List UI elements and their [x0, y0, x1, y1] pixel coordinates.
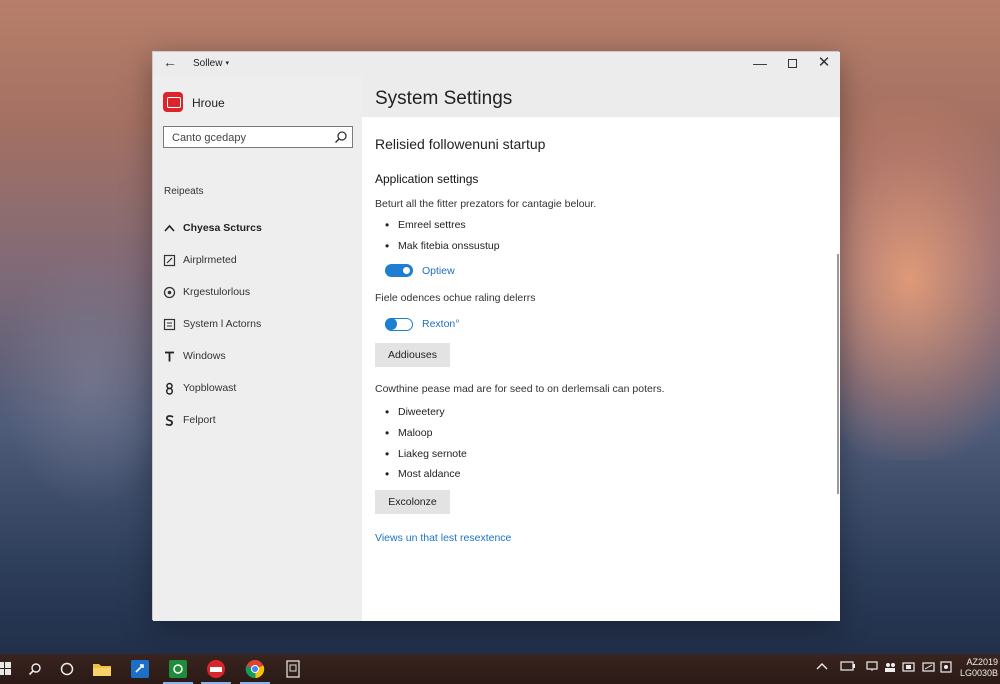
taskbar-app-device[interactable] [274, 654, 312, 684]
sidebar-item-1[interactable]: Airplrmeted [163, 252, 353, 272]
list-box-icon [163, 318, 176, 331]
tray-chevron-up-icon[interactable] [816, 661, 828, 677]
blue-app-icon [131, 660, 149, 678]
addiouses-button[interactable]: Addiouses [375, 343, 450, 367]
edit-box-icon [163, 254, 176, 267]
text-t-icon [165, 351, 174, 362]
clock-time: AZ2019 [966, 657, 998, 667]
window-title-dropdown[interactable]: Sollew ▾ [193, 58, 229, 69]
main-header: System Settings [362, 76, 840, 117]
search-icon [28, 663, 41, 676]
green-app-icon [169, 660, 187, 678]
maximize-icon [787, 59, 797, 68]
device-icon [286, 660, 300, 678]
taskbar-app-blue[interactable] [122, 654, 160, 684]
content-scrollbar[interactable] [837, 254, 839, 494]
network-icon[interactable] [866, 661, 878, 677]
description-paragraph-1: Beturt all the fitter prezators for cant… [375, 198, 597, 210]
battery-icon[interactable] [840, 661, 856, 677]
cortana-circle-icon [60, 662, 74, 676]
page-title: System Settings [375, 88, 513, 109]
folder-icon [93, 664, 111, 676]
window-title: Sollew [193, 58, 223, 69]
figure-8-icon [165, 382, 174, 395]
close-button[interactable]: ✕ [809, 53, 839, 75]
optiew-toggle[interactable] [385, 264, 413, 277]
sidebar-item-4[interactable]: Windows [163, 348, 353, 368]
sidebar-item-2[interactable]: Krgestulorlous [163, 284, 353, 304]
sidebar-item-6[interactable]: Felport [163, 412, 353, 432]
sidebar-item-label: Windows [183, 350, 226, 362]
app-logo-icon [163, 92, 183, 112]
sidebar-item-label: Krgestulorlous [183, 286, 251, 298]
resextence-link[interactable]: Views un that lest resextence [375, 532, 511, 544]
list-item: Most aldance [385, 467, 461, 481]
app-name: Hroue [192, 96, 225, 110]
sidebar: Hroue Canto gcedapy Reipeats Chyesa Sctu… [153, 76, 362, 621]
list-item: Diweetery [385, 405, 445, 419]
optiew-toggle-label: Optiew [422, 265, 455, 277]
back-button[interactable]: ← [163, 54, 177, 70]
search-input[interactable]: Canto gcedapy [163, 126, 353, 148]
title-bar: ← Sollew ▾ — ✕ [153, 52, 840, 76]
sidebar-item-label: Airplrmeted [183, 254, 237, 266]
sidebar-section-label: Reipeats [164, 186, 204, 197]
maximize-button[interactable] [777, 53, 807, 75]
windows-logo-icon [0, 662, 11, 675]
taskbar-app-red[interactable] [197, 654, 235, 684]
caret-down-icon: ▾ [225, 60, 229, 67]
chrome-icon [245, 660, 265, 679]
excolonze-button[interactable]: Excolonze [375, 490, 450, 514]
taskbar-chrome[interactable] [236, 654, 274, 684]
speaker-icon[interactable] [902, 661, 916, 677]
search-input-value: Canto gcedapy [172, 132, 246, 144]
rexton-toggle-label: Rexton° [422, 318, 460, 330]
action-center-icon[interactable] [940, 661, 952, 677]
red-app-icon [207, 660, 225, 678]
s-shape-icon [165, 415, 174, 426]
sidebar-item-label: Chyesa Scturcs [183, 222, 262, 234]
list-item: Emreel settres [385, 218, 466, 232]
clock-date: LG0030B [959, 668, 998, 678]
sidebar-item-3[interactable]: System l Actorns [163, 316, 353, 336]
sidebar-item-label: System l Actorns [183, 318, 262, 330]
taskbar-app-green[interactable] [159, 654, 197, 684]
chevron-up-icon [164, 224, 175, 232]
taskbar-clock[interactable]: AZ2019 LG0030B [958, 657, 998, 679]
sidebar-item-5[interactable]: Yopblowast [163, 380, 353, 400]
list-item: Liakeg sernote [385, 447, 467, 461]
sidebar-item-label: Felport [183, 414, 216, 426]
page-subtitle: Relisied followenuni startup [375, 136, 546, 152]
people-icon[interactable] [884, 661, 896, 677]
display-icon[interactable] [922, 661, 936, 677]
settings-window: ← Sollew ▾ — ✕ Hroue Canto gcedapy Reipea… [152, 51, 840, 621]
taskbar-file-explorer[interactable] [84, 654, 122, 684]
main-content: Relisied followenuni startup Application… [362, 117, 840, 621]
list-item: Mak fitebia onssustup [385, 239, 500, 253]
description-paragraph-2: Fiele odences ochue raling delerrs [375, 292, 536, 304]
sidebar-item-0[interactable]: Chyesa Scturcs [163, 220, 353, 240]
list-item: Maloop [385, 426, 433, 440]
search-icon[interactable] [334, 130, 348, 144]
description-paragraph-3: Cowthine pease mad are for seed to on de… [375, 383, 665, 395]
minimize-button[interactable]: — [745, 53, 775, 75]
sidebar-item-label: Yopblowast [183, 382, 237, 394]
start-button[interactable] [0, 654, 16, 684]
globe-icon [163, 286, 176, 299]
taskbar: AZ2019 LG0030B [0, 654, 1000, 684]
rexton-toggle[interactable] [385, 318, 413, 331]
group-heading: Application settings [375, 172, 479, 186]
